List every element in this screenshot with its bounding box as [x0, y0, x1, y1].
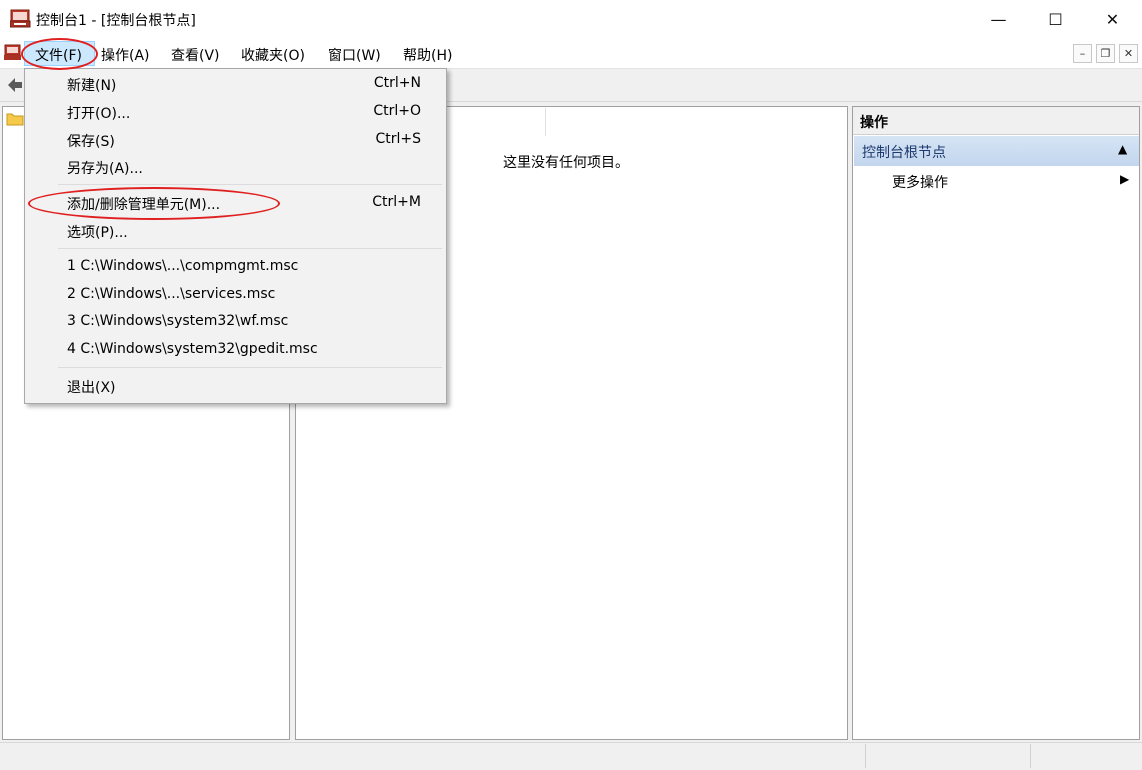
- menu-action[interactable]: 操作(A): [101, 45, 150, 65]
- annotation-ellipse-add-remove-snapin: [28, 187, 280, 220]
- menu-item-open[interactable]: 打开(O)...: [67, 103, 130, 123]
- more-actions-item[interactable]: 更多操作: [892, 172, 948, 192]
- actions-pane: [852, 106, 1140, 740]
- menu-favorites[interactable]: 收藏夹(O): [241, 45, 305, 65]
- menu-view[interactable]: 查看(V): [171, 45, 220, 65]
- folder-icon[interactable]: [6, 110, 24, 128]
- minimize-icon: –: [1079, 47, 1086, 60]
- restore-icon: ❐: [1100, 47, 1111, 60]
- actions-section-label: 控制台根节点: [862, 145, 946, 161]
- menu-separator: [58, 248, 442, 249]
- shortcut-new: Ctrl+N: [373, 75, 421, 91]
- menu-item-recent-3[interactable]: 3 C:\Windows\system32\wf.msc: [67, 313, 288, 329]
- shortcut-add-remove-snapin: Ctrl+M: [372, 194, 421, 210]
- shortcut-save: Ctrl+S: [375, 131, 421, 147]
- mdi-minimize-button[interactable]: –: [1073, 44, 1092, 63]
- menu-item-save[interactable]: 保存(S): [67, 131, 115, 151]
- minimize-icon: —: [990, 9, 1007, 29]
- column-divider: [545, 108, 546, 136]
- close-icon: ✕: [1123, 47, 1134, 60]
- empty-message: 这里没有任何项目。: [503, 155, 629, 171]
- annotation-ellipse-file-menu: [21, 38, 98, 70]
- menu-item-options[interactable]: 选项(P)...: [67, 222, 128, 242]
- status-bar: [0, 742, 1142, 770]
- submenu-arrow-icon: ▶: [1120, 172, 1130, 186]
- collapse-up-icon[interactable]: ▲: [1118, 142, 1127, 156]
- menu-separator: [58, 184, 442, 185]
- menu-help[interactable]: 帮助(H): [403, 45, 452, 65]
- shortcut-open: Ctrl+O: [373, 103, 421, 119]
- menu-item-exit[interactable]: 退出(X): [67, 377, 116, 397]
- back-arrow-icon[interactable]: [6, 76, 24, 94]
- close-button[interactable]: ✕: [1084, 0, 1141, 38]
- mdi-close-button[interactable]: ✕: [1119, 44, 1138, 63]
- mmc-menu-icon[interactable]: [4, 44, 22, 62]
- menu-item-new[interactable]: 新建(N): [67, 75, 116, 95]
- status-divider: [1030, 744, 1031, 768]
- menu-item-recent-4[interactable]: 4 C:\Windows\system32\gpedit.msc: [67, 341, 318, 357]
- status-divider: [865, 744, 866, 768]
- maximize-button[interactable]: ☐: [1027, 0, 1084, 38]
- actions-header-label: 操作: [860, 115, 888, 131]
- mdi-restore-button[interactable]: ❐: [1096, 44, 1115, 63]
- menu-item-recent-1[interactable]: 1 C:\Windows\...\compmgmt.msc: [67, 258, 298, 274]
- minimize-button[interactable]: —: [970, 0, 1027, 38]
- menu-window[interactable]: 窗口(W): [328, 45, 381, 65]
- menu-item-recent-2[interactable]: 2 C:\Windows\...\services.msc: [67, 286, 275, 302]
- menu-item-save-as[interactable]: 另存为(A)...: [67, 158, 143, 178]
- mmc-console-icon: [9, 9, 32, 29]
- actions-header: [853, 107, 1139, 135]
- menu-separator: [58, 367, 442, 368]
- window-title: 控制台1 - [控制台根节点]: [36, 13, 196, 29]
- close-icon: ✕: [1105, 9, 1120, 29]
- maximize-icon: ☐: [1048, 9, 1063, 29]
